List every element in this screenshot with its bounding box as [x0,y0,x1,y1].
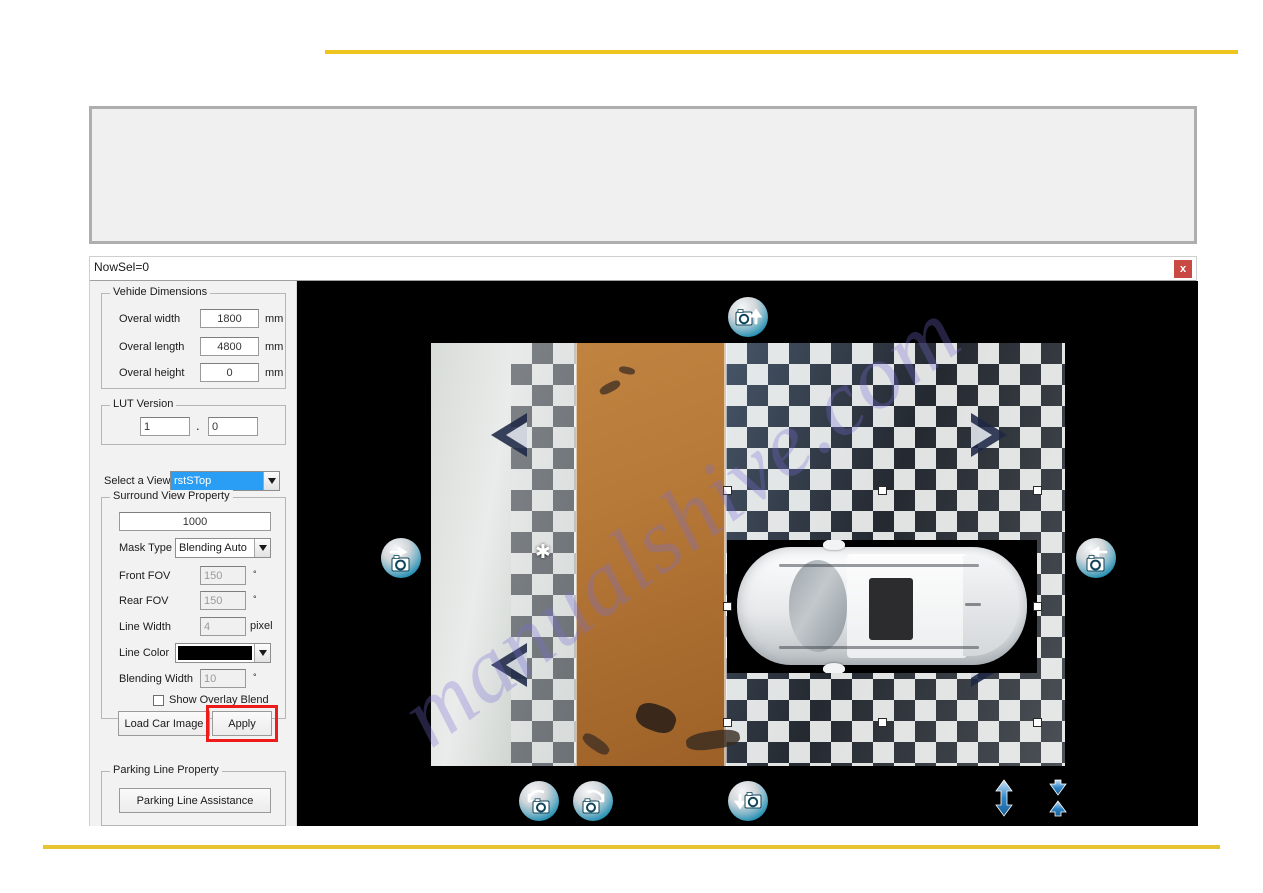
stretch-vertical-icon[interactable] [987,778,1021,818]
selection-handle[interactable] [1033,602,1042,611]
selection-handle[interactable] [1033,718,1042,727]
window-title: NowSel=0 [94,260,150,274]
load-car-image-button[interactable]: Load Car Image [118,711,210,736]
settings-panel: Vehide Dimensions Overal width mm Overal… [90,281,297,826]
camera-down-icon[interactable] [728,781,768,821]
camera-up-icon[interactable] [728,297,768,337]
rear-fov-unit: ° [253,594,257,604]
camera-rotate-left-icon[interactable] [519,781,559,821]
surround-view-viewer[interactable]: ✱ ✱ [297,281,1198,826]
chevron-down-icon[interactable] [263,472,279,490]
car-roof-rail-bottom [779,646,979,649]
chevron-down-icon[interactable] [254,644,270,662]
surround-scale-input[interactable] [119,512,271,531]
lut-version-group: LUT Version . [101,398,286,445]
front-fov-label: Front FOV [119,570,171,582]
empty-note-box [89,106,1197,244]
calibration-triangle-right-top-inner [971,422,992,448]
application-window: NowSel=0 x Vehide Dimensions Overal widt… [89,256,1198,826]
front-fov-input[interactable] [200,566,246,585]
selection-handle[interactable] [723,718,732,727]
surround-view-image: ✱ ✱ [431,343,1065,766]
line-width-label: Line Width [119,621,171,633]
apply-button[interactable]: Apply [212,711,272,736]
selection-handle[interactable] [723,486,732,495]
bottom-accent-rule [43,845,1220,849]
registration-star-left: ✱ [535,542,551,563]
show-overlay-blend-checkbox[interactable] [153,694,164,706]
selection-handle[interactable] [878,718,887,727]
chevron-down-icon[interactable] [254,539,270,557]
car-overlay[interactable] [727,540,1037,673]
overall-length-input[interactable] [200,337,259,356]
show-overlay-blend-label: Show Overlay Blend [169,694,269,706]
car-sunroof [869,578,913,640]
car-mirror-top [823,540,845,550]
surround-view-legend: Surround View Property [110,490,233,502]
mask-type-combo[interactable]: Blending Auto [175,538,271,558]
window-client-area: Vehide Dimensions Overal width mm Overal… [90,281,1198,826]
line-width-input[interactable] [200,617,246,636]
parking-line-property-group: Parking Line Property Parking Line Assis… [101,764,286,826]
lut-minor-input[interactable] [208,417,258,436]
close-icon[interactable]: x [1174,260,1192,278]
show-overlay-blend-row[interactable]: Show Overlay Blend [153,694,269,706]
lut-separator: . [196,418,200,433]
select-a-view-combo[interactable]: rstSTop [170,471,280,491]
rear-fov-label: Rear FOV [119,595,169,607]
blending-width-label: Blending Width [119,673,193,685]
blending-width-unit: ° [253,672,257,682]
selection-handle[interactable] [723,602,732,611]
car-door-handle [965,603,981,606]
overall-width-label: Overal width [119,313,181,325]
surround-view-property-group: Surround View Property Mask Type Blendin… [101,490,286,719]
select-a-view-value: rstSTop [171,472,263,490]
selection-handle[interactable] [878,486,887,495]
line-color-combo[interactable] [175,643,271,663]
rear-fov-input[interactable] [200,591,246,610]
overall-height-label: Overal height [119,367,185,379]
window-titlebar: NowSel=0 x [90,257,1196,281]
seam-line-left [574,343,577,766]
car-mirror-bottom [823,663,845,673]
line-color-label: Line Color [119,647,170,659]
camera-rotate-right-icon[interactable] [573,781,613,821]
parking-line-legend: Parking Line Property [110,764,222,776]
overall-width-input[interactable] [200,309,259,328]
vehicle-dimensions-legend: Vehide Dimensions [110,286,211,298]
camera-right-icon[interactable] [1076,538,1116,578]
mask-type-label: Mask Type [119,542,172,554]
blending-width-input[interactable] [200,669,246,688]
overall-height-unit: mm [265,367,284,379]
vehicle-dimensions-group: Vehide Dimensions Overal width mm Overal… [101,286,286,389]
line-width-unit: pixel [250,620,273,632]
overall-width-unit: mm [265,313,284,325]
overall-height-input[interactable] [200,363,259,382]
page-root: NowSel=0 x Vehide Dimensions Overal widt… [0,0,1263,893]
mask-type-value: Blending Auto [179,542,247,554]
calibration-triangle-bottom-inner [506,652,527,678]
shrink-vertical-icon[interactable] [1041,778,1075,818]
selection-handle[interactable] [1033,486,1042,495]
front-fov-unit: ° [253,569,257,579]
parking-line-assistance-button[interactable]: Parking Line Assistance [119,788,271,813]
line-color-swatch [178,646,252,660]
overall-length-label: Overal length [119,341,185,353]
overall-length-unit: mm [265,341,284,353]
car-roof-rail-top [779,564,979,567]
lut-major-input[interactable] [140,417,190,436]
calibration-triangle-top-inner [506,422,527,448]
car-windshield [789,560,847,652]
select-a-view-label: Select a View [104,475,171,487]
camera-left-icon[interactable] [381,538,421,578]
top-accent-rule [325,50,1238,54]
lut-version-legend: LUT Version [110,398,177,410]
